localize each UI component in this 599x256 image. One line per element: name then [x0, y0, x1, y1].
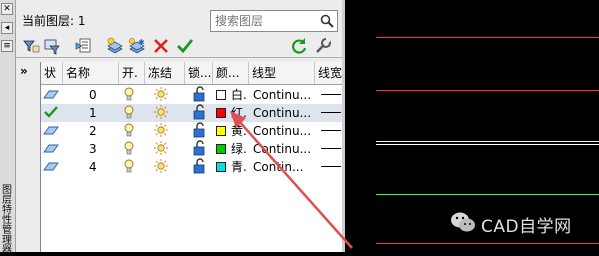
auto-hide-icon[interactable]: ◂ — [1, 22, 13, 34]
search-icon[interactable] — [320, 14, 334, 28]
layer-toolbar: ✱ — [16, 36, 342, 56]
layer-status-icon — [43, 140, 63, 158]
sun-thawed-icon[interactable] — [153, 158, 173, 176]
svg-text:✱: ✱ — [138, 38, 145, 47]
column-color[interactable]: 颜... — [213, 62, 249, 84]
layer-row[interactable]: 4 青 . Contin... — [41, 158, 343, 176]
sun-thawed-icon[interactable] — [153, 140, 173, 158]
new-layer-icon[interactable] — [106, 37, 124, 55]
lineweight-sample[interactable] — [321, 94, 341, 95]
column-freeze[interactable]: 冻结 — [145, 62, 185, 84]
unlocked-icon[interactable] — [191, 86, 211, 104]
search-layer-box[interactable] — [210, 10, 338, 32]
toolbar-divider — [16, 57, 342, 58]
color-dot: . — [243, 124, 247, 138]
layer-name[interactable]: 4 — [89, 158, 117, 176]
panel-border — [342, 0, 345, 252]
sun-thawed-icon[interactable] — [153, 104, 173, 122]
bulb-on-icon[interactable] — [121, 122, 141, 140]
linetype[interactable]: Continu... — [253, 122, 315, 140]
bulb-on-icon[interactable] — [121, 140, 141, 158]
layer-row[interactable]: 2 黄 . Continu... — [41, 122, 343, 140]
watermark: CAD自学网 — [449, 208, 589, 238]
expand-filter-tree-icon[interactable]: » — [20, 64, 28, 78]
color-swatch[interactable] — [216, 144, 226, 154]
drawn-line[interactable] — [376, 194, 599, 195]
layer-name[interactable]: 1 — [89, 104, 117, 122]
layer-status-icon — [43, 86, 63, 104]
palette-title: 图层特性管理器 — [2, 185, 12, 256]
current-layer-label: 当前图层: 1 — [22, 14, 86, 28]
color-swatch[interactable] — [216, 126, 226, 136]
bulb-on-icon[interactable] — [121, 104, 141, 122]
linetype[interactable]: Continu... — [253, 104, 315, 122]
lineweight-sample[interactable] — [321, 112, 341, 113]
linetype[interactable]: Contin... — [253, 158, 315, 176]
column-lock[interactable]: 锁... — [185, 62, 213, 84]
search-layer-input[interactable] — [215, 13, 315, 29]
layer-row[interactable]: 1 红 . Continu... — [41, 104, 343, 122]
unlocked-icon[interactable] — [191, 122, 211, 140]
set-current-icon[interactable] — [176, 37, 194, 55]
lineweight-sample[interactable] — [321, 166, 341, 167]
drawn-line[interactable] — [376, 243, 599, 244]
delete-layer-icon[interactable] — [152, 37, 170, 55]
new-layer-vp-frozen-icon[interactable]: ✱ — [128, 37, 146, 55]
color-swatch[interactable] — [216, 108, 226, 118]
properties-icon[interactable]: ≡ — [1, 40, 13, 52]
palette-title-strip[interactable]: ✕ ◂ ≡ 图层特性管理器 — [0, 0, 16, 256]
layer-status-icon — [43, 158, 63, 176]
wechat-icon — [451, 212, 475, 232]
layer-list: 状 名称 开. 冻结 锁... 颜... 线型 线宽 0 白 . Continu… — [40, 62, 343, 252]
sun-thawed-icon[interactable] — [153, 86, 173, 104]
layer-states-manager-icon[interactable] — [74, 37, 92, 55]
drawn-line[interactable] — [376, 141, 599, 142]
unlocked-icon[interactable] — [191, 158, 211, 176]
layer-status-icon — [43, 122, 63, 140]
sun-thawed-icon[interactable] — [153, 122, 173, 140]
lineweight-sample[interactable] — [321, 130, 341, 131]
layer-name[interactable]: 3 — [89, 140, 117, 158]
unlocked-icon[interactable] — [191, 104, 211, 122]
drawn-line[interactable] — [376, 144, 599, 145]
linetype[interactable]: Continu... — [253, 86, 315, 104]
layer-name[interactable]: 2 — [89, 122, 117, 140]
drawn-line[interactable] — [376, 37, 599, 38]
column-name[interactable]: 名称 — [63, 62, 119, 84]
drawing-canvas[interactable]: ✕ ◂ ≡ 图层特性管理器 当前图层: 1 搜索图层 ✱ » 状 名称 开. 冻… — [0, 0, 599, 256]
current-layer-check-icon — [43, 104, 63, 122]
color-swatch[interactable] — [216, 162, 226, 172]
watermark-text: CAD自学网 — [481, 217, 572, 237]
color-dot: . — [243, 106, 247, 120]
column-status[interactable]: 状 — [41, 62, 63, 84]
color-dot: . — [243, 142, 247, 156]
color-dot: . — [243, 88, 247, 102]
layer-properties-panel: 当前图层: 1 ✱ — [16, 0, 343, 252]
settings-icon[interactable] — [314, 37, 332, 55]
new-group-filter-icon[interactable] — [44, 37, 62, 55]
linetype[interactable]: Continu... — [253, 140, 315, 158]
column-on[interactable]: 开. — [119, 62, 145, 84]
refresh-icon[interactable] — [290, 37, 308, 55]
close-icon[interactable]: ✕ — [1, 3, 13, 15]
color-swatch[interactable] — [216, 90, 226, 100]
layer-row[interactable]: 0 白 . Continu... — [41, 86, 343, 104]
column-lineweight[interactable]: 线宽 — [315, 62, 343, 84]
layer-name[interactable]: 0 — [89, 86, 117, 104]
column-linetype[interactable]: 线型 — [249, 62, 315, 84]
color-dot: . — [243, 160, 247, 174]
current-layer-bar: 当前图层: 1 — [16, 0, 342, 36]
new-property-filter-icon[interactable] — [22, 37, 40, 55]
drawn-line[interactable] — [376, 90, 599, 91]
layer-list-header: 状 名称 开. 冻结 锁... 颜... 线型 线宽 — [41, 62, 343, 85]
bulb-on-icon[interactable] — [121, 158, 141, 176]
unlocked-icon[interactable] — [191, 140, 211, 158]
bulb-on-icon[interactable] — [121, 86, 141, 104]
lineweight-sample[interactable] — [321, 148, 341, 149]
filter-tree-collapsed: » — [16, 62, 38, 252]
layer-row[interactable]: 3 绿 . Continu... — [41, 140, 343, 158]
